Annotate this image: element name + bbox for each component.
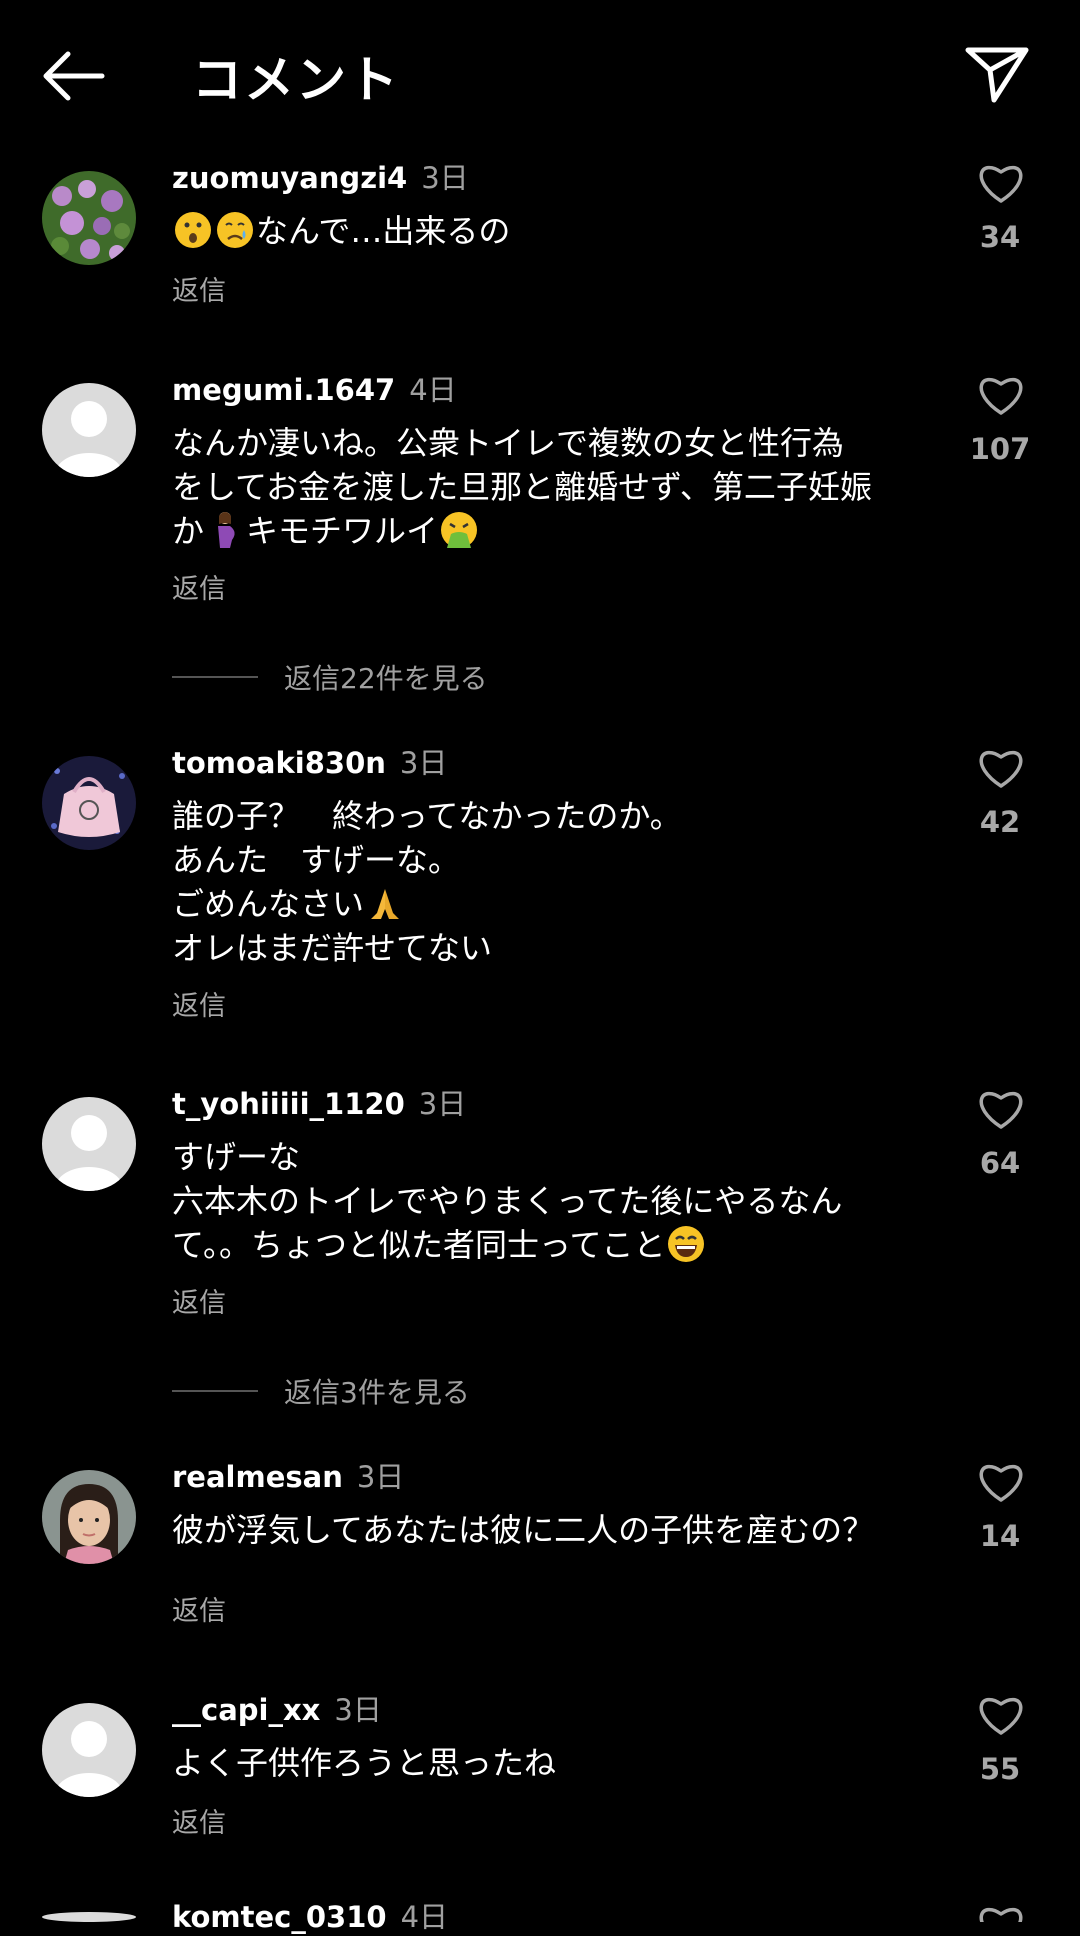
heart-icon xyxy=(979,377,1023,415)
comment-line-text: ごめんなさい xyxy=(172,885,365,923)
like-count: 14 xyxy=(979,1519,1021,1553)
page-title: コメント xyxy=(192,51,400,109)
view-replies-label: 返信3件を見る xyxy=(284,1376,470,1409)
comment-time: 3日 xyxy=(334,1693,382,1727)
like-button[interactable] xyxy=(975,1902,1027,1922)
avatar[interactable] xyxy=(42,1097,136,1191)
heart-icon xyxy=(979,165,1023,203)
comment-time: 4日 xyxy=(409,373,457,407)
paper-plane-icon xyxy=(965,47,1029,103)
comment-line-text: キモチワルイ xyxy=(246,512,439,550)
comment-text: よく子供作ろうと思ったね xyxy=(172,1741,952,1785)
avatar[interactable] xyxy=(42,383,136,477)
comment-text: 誰の子？ 終わってなかったのか。 あんた すげーな。 ごめんなさい オレはまだ許… xyxy=(172,794,952,970)
folded-hands-emoji-icon xyxy=(371,889,400,919)
avatar[interactable] xyxy=(42,1912,136,1922)
comment-line: 彼が浮気してあなたは彼に二人の子供を産むの？ xyxy=(172,1511,875,1549)
comment-line: なんか凄いね。公衆トイレで複数の女と性行為 xyxy=(172,424,845,462)
reply-button[interactable]: 返信 xyxy=(172,1801,226,1840)
comment-text-content: なんで…出来るの xyxy=(256,212,511,250)
like-button[interactable] xyxy=(975,1086,1027,1130)
heart-icon xyxy=(979,1907,1023,1922)
comment-line: をしてお金を渡した旦那と離婚せず、第二子妊娠 xyxy=(172,468,872,506)
laughing-face-emoji-icon xyxy=(668,1226,705,1262)
username[interactable]: megumi.1647 xyxy=(172,373,395,407)
comment-line-text: か xyxy=(172,512,205,550)
comment-line-text: て。。ちょつと似た者同士ってこと xyxy=(172,1226,666,1264)
comment-text: すげーな 六本木のトイレでやりまくってた後にやるなん て。。ちょつと似た者同士っ… xyxy=(172,1135,952,1267)
like-count: 55 xyxy=(979,1752,1021,1786)
reply-button[interactable]: 返信 xyxy=(172,269,226,308)
comment-line: よく子供作ろうと思ったね xyxy=(172,1744,557,1782)
reply-button[interactable]: 返信 xyxy=(172,567,226,606)
pregnant-woman-emoji-icon xyxy=(218,512,235,548)
username[interactable]: komtec_0310 xyxy=(172,1900,387,1934)
comment-line: て。。ちょつと似た者同士ってこと xyxy=(172,1223,952,1267)
comment-time: 3日 xyxy=(421,161,469,195)
reply-button[interactable]: 返信 xyxy=(172,1281,226,1320)
view-replies-label: 返信22件を見る xyxy=(284,662,488,695)
heart-icon xyxy=(979,1464,1023,1502)
heart-icon xyxy=(979,1697,1023,1735)
comment-time: 4日 xyxy=(400,1900,449,1934)
reply-button[interactable]: 返信 xyxy=(172,984,226,1023)
avatar[interactable] xyxy=(42,171,136,265)
reply-button[interactable]: 返信 xyxy=(172,1589,226,1628)
avatar[interactable] xyxy=(42,1703,136,1797)
comment-line: 六本木のトイレでやりまくってた後にやるなん xyxy=(172,1182,843,1220)
avatar[interactable] xyxy=(42,756,136,850)
like-count: 107 xyxy=(969,432,1031,466)
like-count: 34 xyxy=(979,220,1021,254)
top-bar: コメント xyxy=(0,0,1080,150)
comment-text: なんで…出来るの xyxy=(172,209,952,253)
like-button[interactable] xyxy=(975,1459,1027,1503)
like-button[interactable] xyxy=(975,1692,1027,1736)
like-button[interactable] xyxy=(975,160,1027,204)
comment-time: 3日 xyxy=(399,746,448,780)
comment-text: 彼が浮気してあなたは彼に二人の子供を産むの？ xyxy=(172,1508,972,1552)
username[interactable]: realmesan xyxy=(172,1460,343,1494)
comment-line: オレはまだ許せてない xyxy=(172,929,493,967)
like-count: 42 xyxy=(979,805,1021,839)
comment-line: か キモチワルイ xyxy=(172,509,952,553)
hushed-face-emoji-icon xyxy=(175,212,211,248)
comment-line: あんた すげーな。 xyxy=(172,841,461,879)
username[interactable]: tomoaki830n xyxy=(172,746,386,780)
comment-line: ごめんなさい xyxy=(172,882,952,926)
avatar[interactable] xyxy=(42,1470,136,1564)
like-count: 64 xyxy=(979,1146,1021,1180)
divider xyxy=(172,1390,258,1392)
comment-line: 誰の子？ 終わってなかったのか。 xyxy=(172,797,682,835)
heart-icon xyxy=(979,1091,1023,1129)
vomiting-face-emoji-icon xyxy=(441,512,478,548)
username[interactable]: t_yohiiiii_1120 xyxy=(172,1087,405,1121)
divider xyxy=(172,676,258,678)
comment-time: 3日 xyxy=(418,1087,467,1121)
username[interactable]: zuomuyangzi4 xyxy=(172,161,407,195)
back-button[interactable] xyxy=(38,44,110,108)
comment-time: 3日 xyxy=(356,1460,405,1494)
comment-text: なんか凄いね。公衆トイレで複数の女と性行為 をしてお金を渡した旦那と離婚せず、第… xyxy=(172,421,952,553)
heart-icon xyxy=(979,750,1023,788)
crying-face-emoji-icon xyxy=(217,212,253,248)
arrow-left-icon xyxy=(43,51,105,101)
username[interactable]: __capi_xx xyxy=(172,1693,320,1727)
share-button[interactable] xyxy=(962,42,1032,106)
like-button[interactable] xyxy=(975,372,1027,416)
comment-line: すげーな xyxy=(172,1138,301,1176)
like-button[interactable] xyxy=(975,745,1027,789)
